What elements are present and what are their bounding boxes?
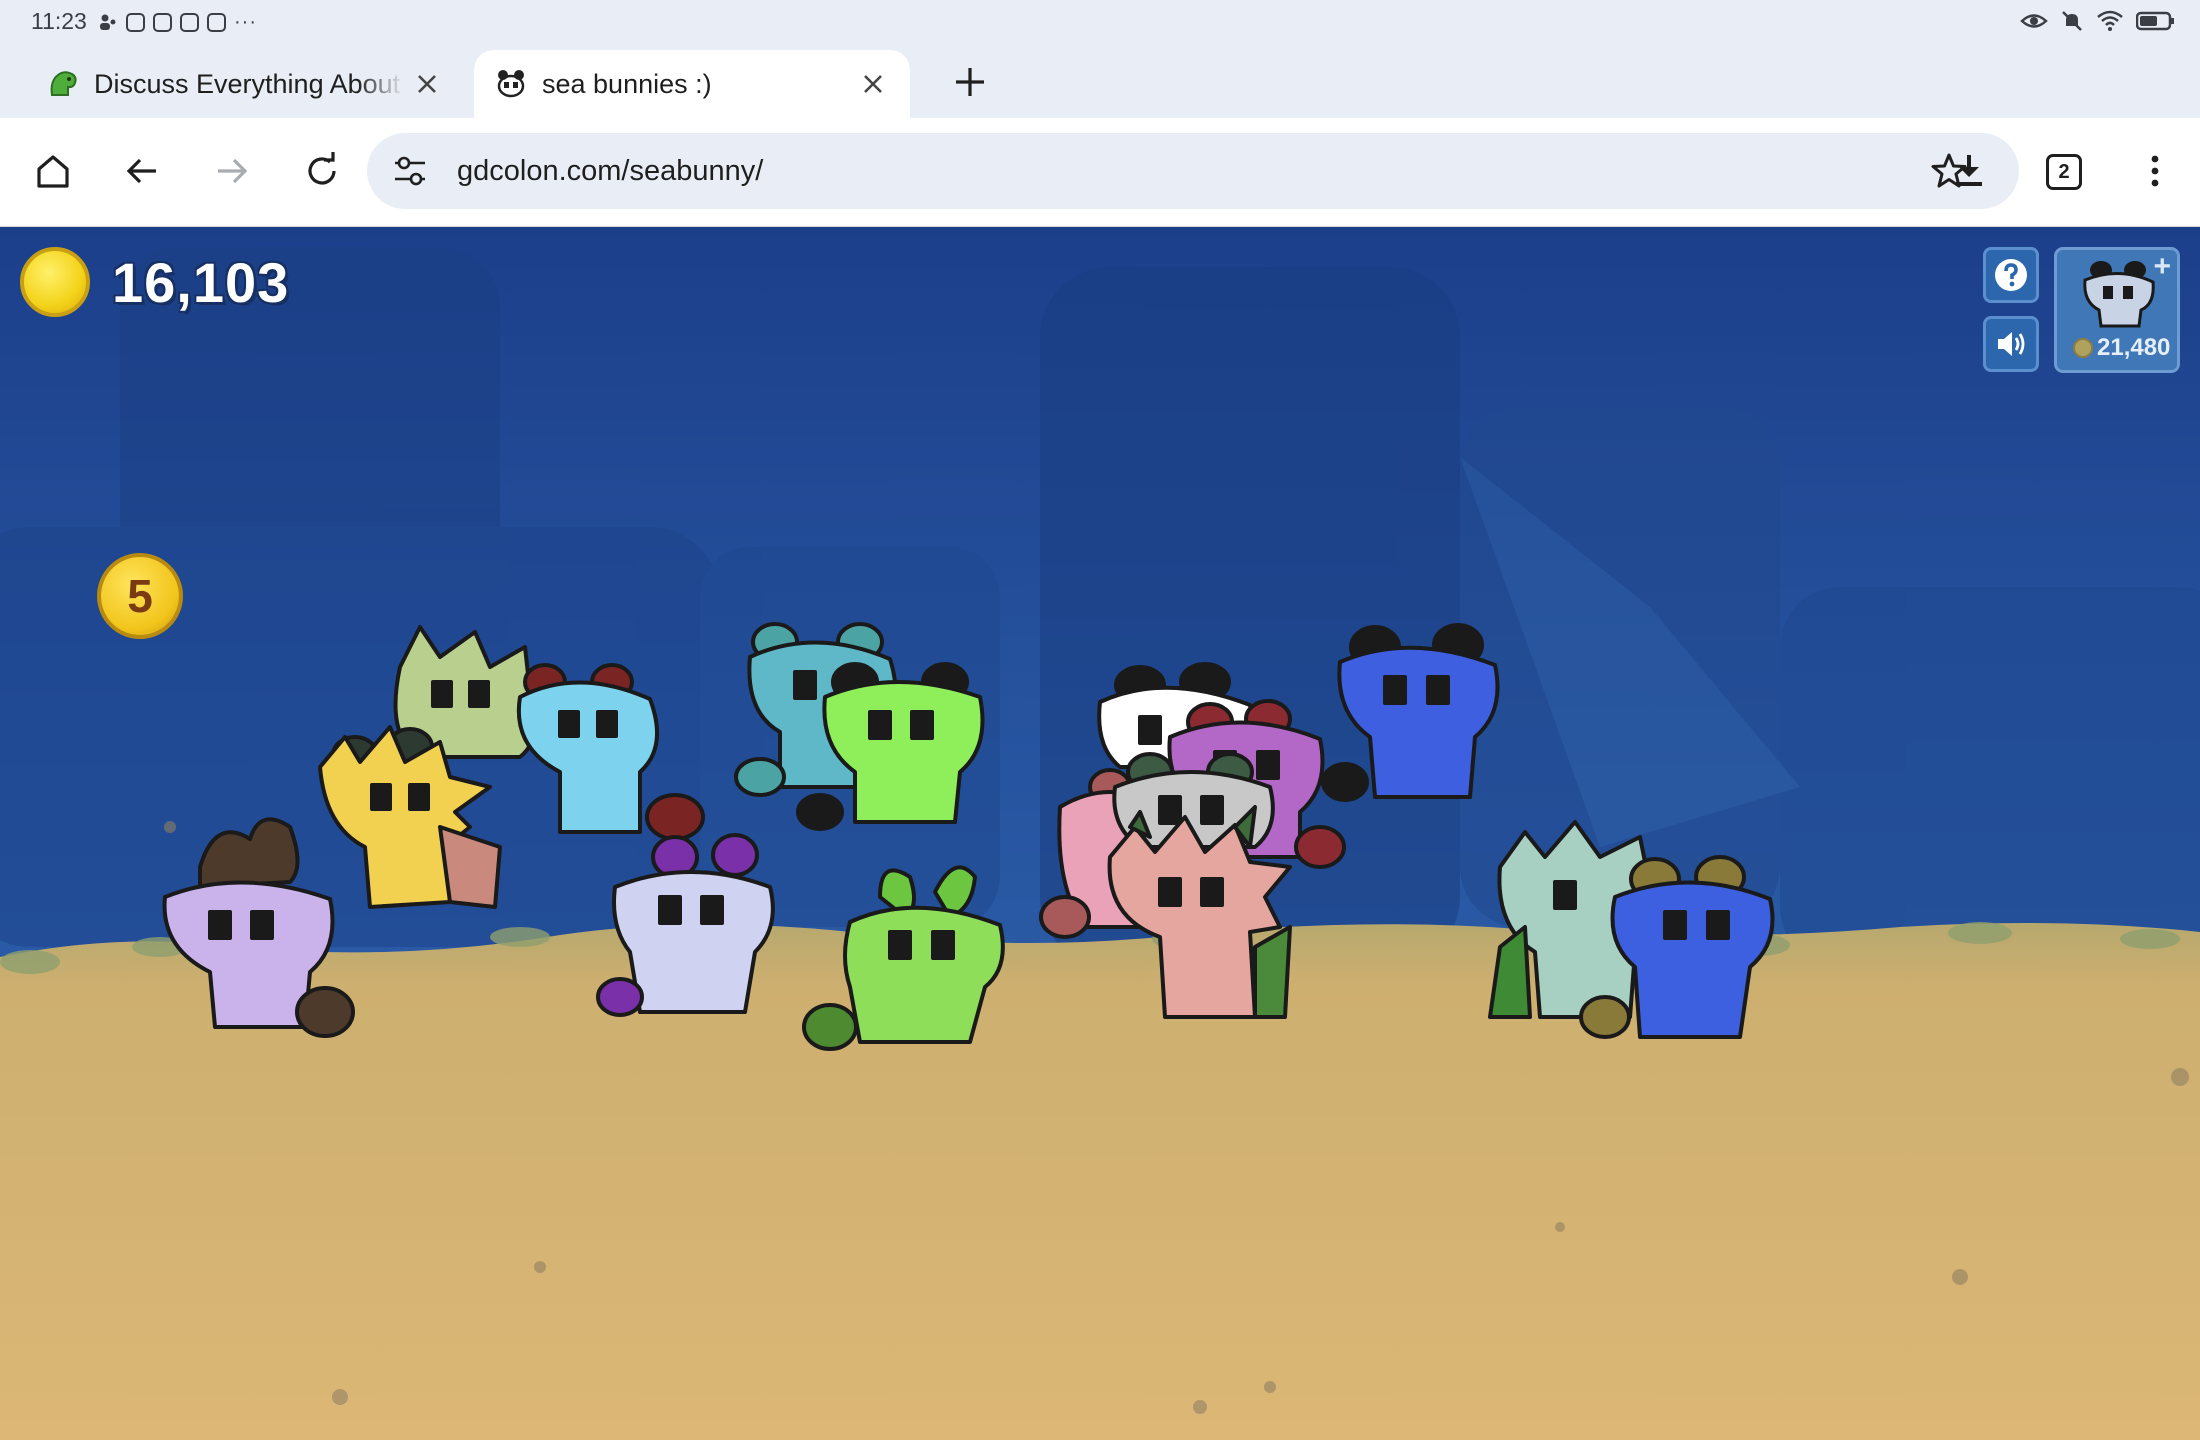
coin-count: 16,103: [112, 250, 290, 314]
buy-sea-bunny-button[interactable]: + 21,480: [2054, 247, 2180, 373]
underwater-scene: [0, 247, 2200, 1440]
reload-icon: [308, 152, 336, 185]
sea-bunny-icon: [2083, 261, 2155, 328]
arrow-left-icon: [126, 158, 156, 184]
back-button[interactable]: [119, 148, 165, 194]
close-icon[interactable]: [414, 71, 440, 97]
coin-icon: [2073, 338, 2093, 358]
help-icon: [1995, 259, 2027, 291]
site-settings-icon[interactable]: [393, 153, 427, 189]
people-icon: [100, 14, 116, 30]
shop-price-value: 21,480: [2097, 334, 2171, 361]
new-tab-icon[interactable]: [950, 62, 990, 102]
tab-discuss[interactable]: Discuss Everything About B: [14, 50, 464, 118]
forward-button[interactable]: [209, 148, 255, 194]
more-vert-icon: [2151, 155, 2159, 187]
download-icon: [1956, 155, 1982, 186]
green-dino-icon: [50, 71, 77, 96]
instagram-icon: [180, 12, 199, 32]
status-time: 11:23: [31, 8, 87, 34]
menu-button[interactable]: [2132, 148, 2178, 194]
system-icons: [2020, 9, 2176, 33]
more-notifications-icon: ···: [234, 11, 257, 33]
bell-muted-icon: [2062, 11, 2082, 31]
wifi-icon: [2097, 10, 2123, 31]
reload-button[interactable]: [299, 148, 345, 194]
game-canvas[interactable]: 16,103 5 + 21,480: [0, 227, 2200, 1440]
sound-button[interactable]: [1983, 316, 2039, 372]
instagram-icon: [126, 12, 145, 32]
battery-icon: [2136, 11, 2174, 31]
status-bar: 11:23 ···: [0, 0, 2200, 44]
tab-strip: Discuss Everything About B sea bunnies :…: [0, 44, 2200, 118]
coin-counter: 16,103: [20, 247, 289, 317]
notification-icons: ···: [98, 12, 257, 32]
browser-toolbar: gdcolon.com/seabunny/ 2: [0, 118, 2200, 227]
arrow-right-icon: [218, 158, 248, 184]
close-icon[interactable]: [860, 71, 886, 97]
coin-icon: [20, 247, 90, 317]
shop-price: 21,480: [2073, 334, 2170, 362]
home-button[interactable]: [30, 148, 76, 194]
tab-title: Discuss Everything About B: [94, 68, 404, 99]
tab-title: sea bunnies :): [542, 68, 712, 99]
url-text: gdcolon.com/seabunny/: [457, 155, 764, 187]
instagram-icon: [207, 12, 226, 32]
address-bar[interactable]: gdcolon.com/seabunny/: [367, 133, 2019, 209]
home-icon: [37, 155, 69, 188]
tab-sea-bunnies[interactable]: sea bunnies :): [474, 50, 910, 118]
coin-bubble[interactable]: 5: [97, 553, 183, 639]
eye-icon: [2020, 14, 2048, 28]
help-button[interactable]: [1983, 247, 2039, 303]
speaker-icon: [1998, 332, 2025, 356]
download-button[interactable]: [1946, 148, 1992, 194]
tab-switcher-button[interactable]: 2: [2046, 154, 2082, 190]
message-icon: [153, 12, 172, 32]
sea-bunny-icon: [497, 70, 525, 98]
